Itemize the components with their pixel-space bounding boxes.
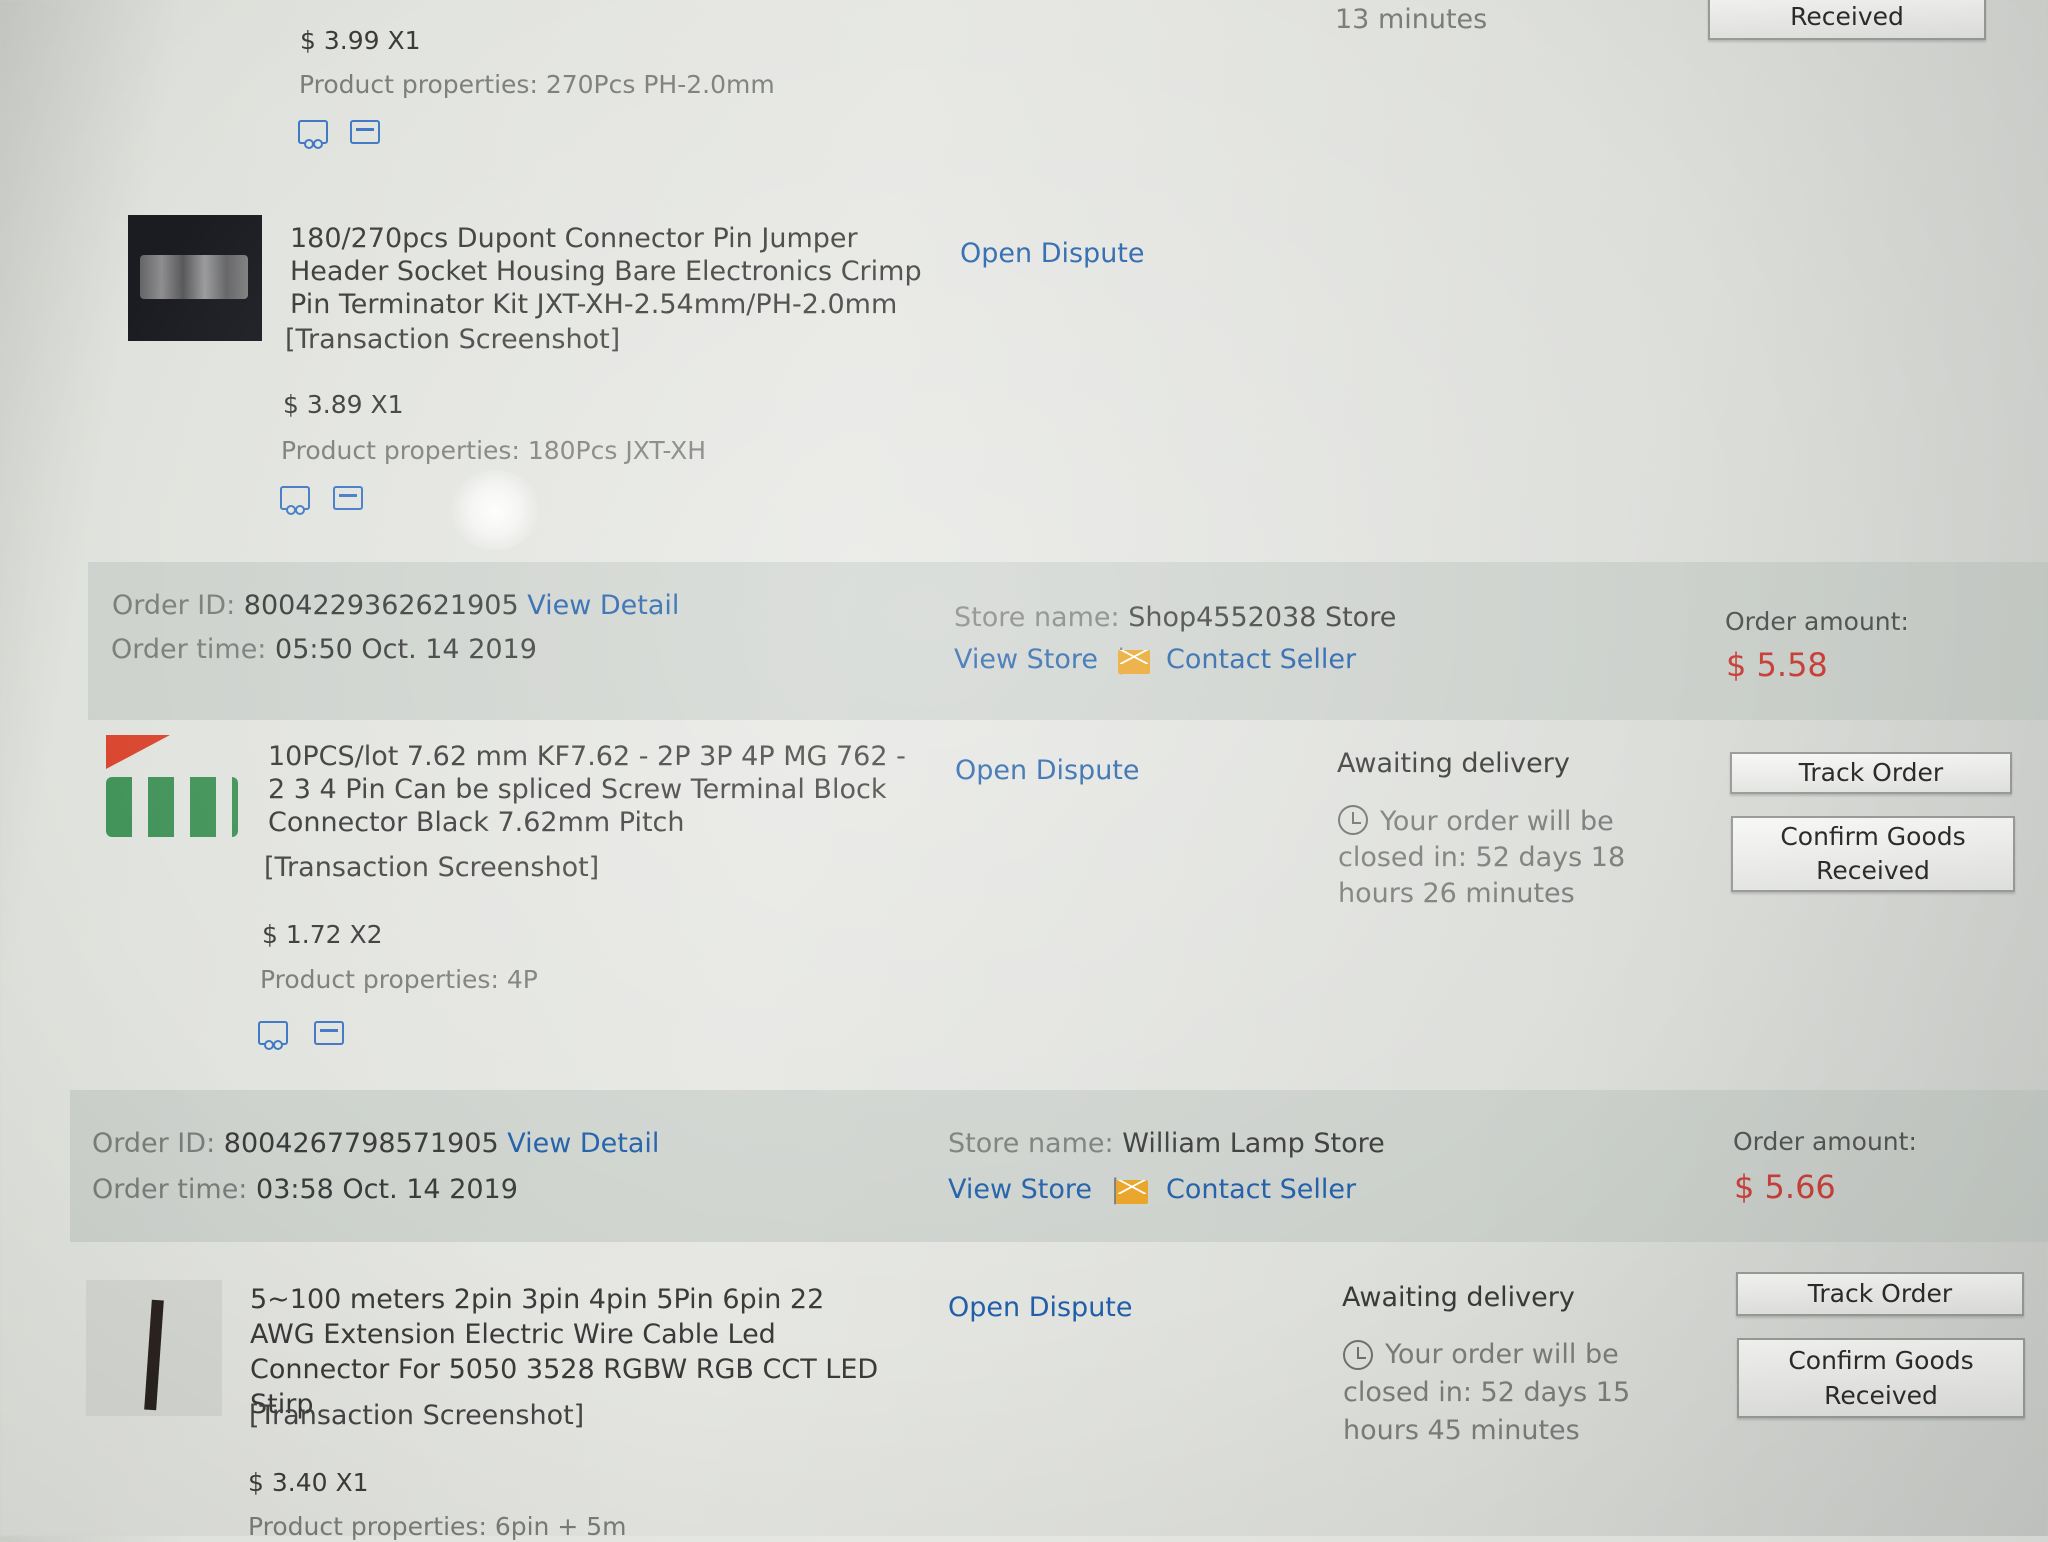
product-thumbnail[interactable] (128, 215, 262, 341)
order-header (70, 1090, 2048, 1242)
payment-card-icon[interactable] (350, 120, 380, 144)
top-item-countdown-tail: 13 minutes (1335, 4, 1488, 35)
order-status: Awaiting delivery (1337, 748, 1570, 779)
contact-seller-link[interactable]: Contact Seller (1166, 1174, 1356, 1206)
mail-icon[interactable] (1118, 650, 1150, 674)
wire-cable-image (144, 1299, 164, 1411)
close-countdown: Your order will be closed in: 52 days 18… (1338, 806, 1626, 909)
store-name: William Lamp Store (1122, 1128, 1385, 1159)
store-links-row: View Store | (948, 1174, 1130, 1206)
view-store-link[interactable]: View Store (954, 644, 1098, 675)
order-time-label: Order time: (111, 634, 267, 665)
open-dispute-link[interactable]: Open Dispute (955, 755, 1140, 787)
transaction-screenshot-link[interactable]: [Transaction Screenshot] (285, 324, 620, 356)
payment-card-icon[interactable] (314, 1021, 344, 1045)
item-price: $ 3.40 X1 (248, 1468, 369, 1497)
connector-pins-image (140, 255, 248, 299)
item-price: $ 3.89 X1 (283, 390, 404, 419)
item-properties: Product properties: 6pin + 5m (248, 1512, 627, 1541)
terminal-blocks-image (106, 777, 238, 837)
payment-card-icon[interactable] (333, 486, 363, 510)
mail-icon[interactable] (1116, 1180, 1148, 1204)
logistics-truck-icon[interactable] (280, 486, 310, 515)
order-amount-label: Order amount: (1733, 1127, 1917, 1156)
logistics-truck-icon[interactable] (258, 1021, 288, 1050)
transaction-screenshot-link[interactable]: [Transaction Screenshot] (264, 852, 599, 884)
item-properties: Product properties: 4P (260, 965, 538, 994)
order-time-label: Order time: (92, 1174, 248, 1205)
view-detail-link[interactable]: View Detail (507, 1128, 659, 1159)
order-time-row: Order time: 05:50 Oct. 14 2019 (111, 634, 537, 666)
product-title[interactable]: 10PCS/lot 7.62 mm KF7.62 - 2P 3P 4P MG 7… (268, 740, 918, 839)
order-id-label: Order ID: (112, 590, 236, 621)
top-item-price: $ 3.99 X1 (300, 26, 421, 55)
order-amount-label: Order amount: (1725, 607, 1909, 636)
open-dispute-link[interactable]: Open Dispute (948, 1292, 1133, 1324)
track-order-button[interactable]: Track Order (1736, 1272, 2024, 1316)
store-links-row: View Store | (954, 644, 1136, 676)
store-name: Shop4552038 Store (1128, 602, 1397, 633)
track-order-button[interactable]: Track Order (1730, 752, 2012, 794)
order-id: 8004267798571905 (223, 1128, 499, 1159)
store-name-label: Store name: (948, 1128, 1114, 1159)
order-time: 05:50 Oct. 14 2019 (275, 634, 537, 665)
logistics-truck-icon[interactable] (298, 120, 328, 149)
view-store-link[interactable]: View Store (948, 1174, 1092, 1205)
order-id-row: Order ID: 8004229362621905 View Detail (112, 590, 679, 622)
view-detail-link[interactable]: View Detail (527, 590, 679, 621)
store-name-row: Store name: Shop4552038 Store (954, 602, 1396, 634)
confirm-goods-received-button[interactable]: Confirm Goods Received (1737, 1338, 2025, 1418)
item-properties: Product properties: 180Pcs JXT-XH (281, 436, 707, 465)
order-amount: $ 5.66 (1734, 1168, 1836, 1206)
promo-ribbon (106, 735, 170, 769)
order-status: Awaiting delivery (1342, 1282, 1575, 1313)
contact-seller-link[interactable]: Contact Seller (1166, 644, 1356, 676)
store-name-label: Store name: (954, 602, 1120, 633)
order-id-row: Order ID: 8004267798571905 View Detail (92, 1128, 659, 1160)
order-id-label: Order ID: (92, 1128, 216, 1159)
open-dispute-link[interactable]: Open Dispute (960, 238, 1145, 270)
product-thumbnail[interactable] (106, 735, 238, 843)
confirm-goods-received-button[interactable]: Confirm Goods Received (1731, 816, 2015, 892)
product-thumbnail[interactable] (86, 1280, 222, 1416)
screen-glare (450, 470, 540, 550)
confirm-received-button[interactable]: Received (1708, 0, 1986, 40)
transaction-screenshot-link[interactable]: [Transaction Screenshot] (249, 1400, 584, 1432)
close-countdown: Your order will be closed in: 52 days 15… (1343, 1339, 1631, 1446)
top-item-properties: Product properties: 270Pcs PH-2.0mm (299, 70, 775, 99)
order-amount: $ 5.58 (1726, 646, 1828, 684)
order-time: 03:58 Oct. 14 2019 (256, 1174, 518, 1205)
item-price: $ 1.72 X2 (262, 920, 383, 949)
store-name-row: Store name: William Lamp Store (948, 1128, 1385, 1160)
order-id: 8004229362621905 (243, 590, 519, 621)
order-time-row: Order time: 03:58 Oct. 14 2019 (92, 1174, 518, 1206)
product-title[interactable]: 180/270pcs Dupont Connector Pin Jumper H… (290, 222, 930, 321)
